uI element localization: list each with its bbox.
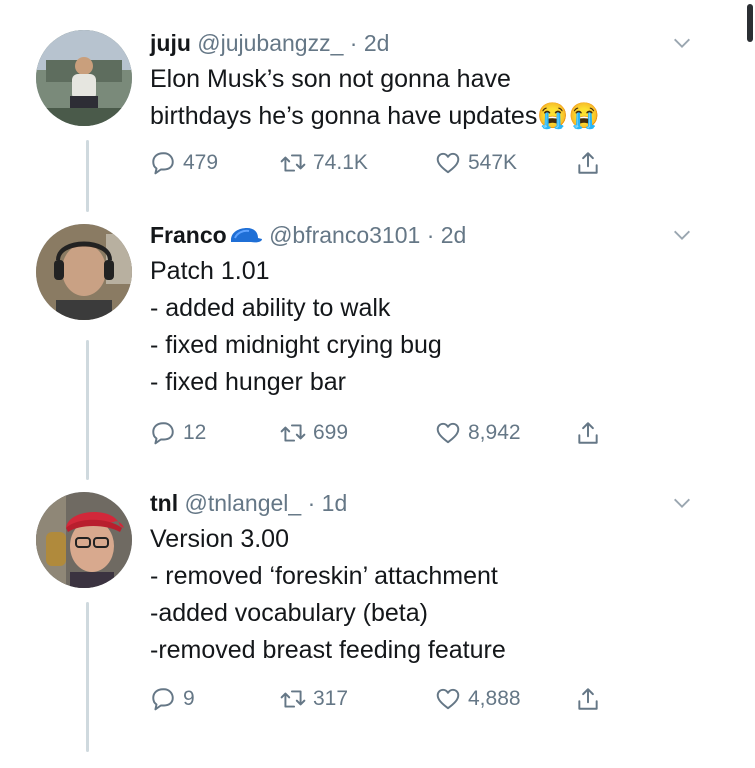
heart-icon <box>436 688 460 710</box>
like-button[interactable]: 4,888 <box>435 682 521 716</box>
like-count: 547K <box>468 151 518 174</box>
heart-icon <box>436 152 460 174</box>
avatar[interactable] <box>36 492 132 588</box>
tweet-text: Patch 1.01 - added ability to walk - fix… <box>150 253 675 401</box>
display-name[interactable]: Franco <box>150 222 227 248</box>
tweet-text-line: birthdays he’s gonna have updates😭😭 <box>150 102 600 130</box>
retweet-count: 317 <box>313 687 349 710</box>
share-icon <box>578 688 598 710</box>
display-name[interactable]: tnl <box>150 490 178 516</box>
user-handle[interactable]: @tnlangel_ <box>185 490 302 516</box>
tweet-text-line: Version 3.00 <box>150 525 289 553</box>
thread-line <box>86 602 89 752</box>
tweet-actions: 12 699 8,942 <box>150 416 630 450</box>
retweet-icon <box>280 424 306 442</box>
share-button[interactable] <box>575 416 601 450</box>
retweet-icon <box>280 690 306 708</box>
reply-icon <box>152 422 174 445</box>
thread-line <box>86 140 89 212</box>
timestamp[interactable]: 2d <box>364 30 390 56</box>
separator: · <box>307 490 316 516</box>
display-name[interactable]: juju <box>150 30 191 56</box>
reply-button[interactable]: 479 <box>150 146 218 180</box>
like-count: 4,888 <box>468 687 521 710</box>
separator: · <box>349 30 358 56</box>
scrollbar[interactable] <box>747 4 753 42</box>
user-handle[interactable]: @bfranco3101 <box>269 222 420 248</box>
chevron-down-icon[interactable] <box>671 32 693 54</box>
reply-button[interactable]: 12 <box>150 416 206 450</box>
share-button[interactable] <box>575 682 601 716</box>
share-button[interactable] <box>575 146 601 180</box>
tweet-header: Franco @bfranco3101 · 2d <box>150 220 675 250</box>
blue-cap-emoji <box>230 228 262 243</box>
tweet-text: Version 3.00 - removed ‘foreskin’ attach… <box>150 521 675 669</box>
tweet-actions: 479 74.1K 547K <box>150 146 630 180</box>
like-button[interactable]: 8,942 <box>435 416 521 450</box>
share-icon <box>578 422 598 444</box>
tweet-text-line: - fixed midnight crying bug <box>150 331 442 359</box>
reply-icon <box>152 152 174 175</box>
timestamp[interactable]: 1d <box>322 490 348 516</box>
timestamp[interactable]: 2d <box>441 222 467 248</box>
thread-line <box>86 340 89 480</box>
reply-count: 12 <box>183 421 207 444</box>
like-button[interactable]: 547K <box>435 146 517 180</box>
tweet-text-line: - added ability to walk <box>150 294 391 322</box>
retweet-icon <box>280 154 306 172</box>
tweet-text-line: -removed breast feeding feature <box>150 636 506 664</box>
tweet-text-line: Elon Musk’s son not gonna have <box>150 65 511 93</box>
user-handle[interactable]: @jujubangzz_ <box>197 30 343 56</box>
tweet-text-line: - removed ‘foreskin’ attachment <box>150 562 498 590</box>
separator: · <box>426 222 435 248</box>
tweet-text-line: Patch 1.01 <box>150 257 270 285</box>
avatar[interactable] <box>36 224 132 320</box>
share-icon <box>578 152 598 174</box>
reply-button[interactable]: 9 <box>150 682 195 716</box>
tweet-actions: 9 317 4,888 <box>150 682 630 716</box>
like-count: 8,942 <box>468 421 521 444</box>
retweet-count: 699 <box>313 421 349 444</box>
avatar[interactable] <box>36 30 132 126</box>
tweet-header: juju @jujubangzz_ · 2d <box>150 28 675 58</box>
retweet-button[interactable]: 699 <box>280 416 348 450</box>
retweet-button[interactable]: 74.1K <box>280 146 368 180</box>
heart-icon <box>436 422 460 444</box>
retweet-count: 74.1K <box>313 151 368 174</box>
reply-count: 479 <box>183 151 219 174</box>
tweet-text-line: -added vocabulary (beta) <box>150 599 428 627</box>
reply-count: 9 <box>183 687 195 710</box>
chevron-down-icon[interactable] <box>671 492 693 514</box>
tweet-text: Elon Musk’s son not gonna have birthdays… <box>150 61 675 135</box>
reply-icon <box>152 688 174 711</box>
tweet-text-line: - fixed hunger bar <box>150 368 346 396</box>
tweet-header: tnl @tnlangel_ · 1d <box>150 488 675 518</box>
chevron-down-icon[interactable] <box>671 224 693 246</box>
retweet-button[interactable]: 317 <box>280 682 348 716</box>
